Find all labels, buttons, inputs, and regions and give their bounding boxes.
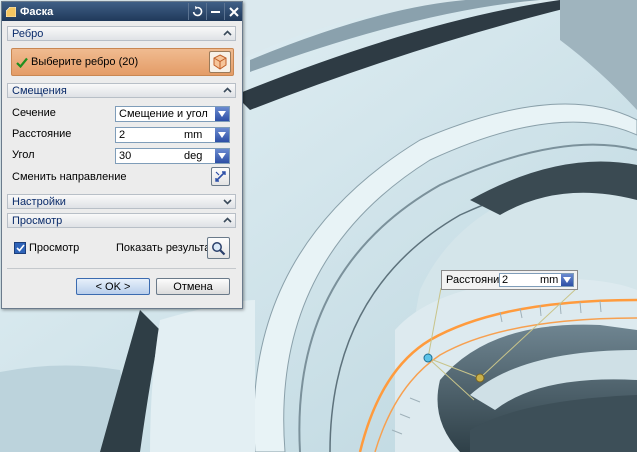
magnifier-icon bbox=[212, 241, 226, 255]
distance-label: Расстояние bbox=[12, 128, 72, 140]
dialog-title: Фаска bbox=[20, 5, 54, 18]
distance-callout[interactable]: Расстояние 2 mm bbox=[441, 270, 578, 290]
callout-label: Расстояние bbox=[446, 274, 506, 286]
section-type-label: Сечение bbox=[12, 107, 56, 119]
ok-button[interactable]: < OK > bbox=[76, 278, 150, 295]
callout-unit-dropdown[interactable] bbox=[561, 274, 573, 286]
callout-unit: mm bbox=[540, 274, 559, 286]
chevron-down-icon bbox=[563, 277, 571, 283]
callout-value-field[interactable]: 2 mm bbox=[499, 273, 574, 287]
chevron-down-icon bbox=[218, 153, 226, 159]
select-edge-text: Выберите ребро (20) bbox=[31, 56, 139, 68]
flip-arrows-icon bbox=[215, 171, 226, 182]
angle-input[interactable]: 30 deg bbox=[115, 148, 230, 164]
minimize-button[interactable] bbox=[206, 3, 224, 20]
section-preview-label: Просмотр bbox=[12, 214, 63, 227]
distance-input[interactable]: 2 mm bbox=[115, 127, 230, 143]
chevron-down-icon bbox=[218, 132, 226, 138]
section-settings-label: Настройки bbox=[12, 195, 66, 208]
dialog-titlebar[interactable]: Фаска bbox=[2, 2, 242, 21]
preview-checkbox-label: Просмотр bbox=[29, 242, 80, 254]
chevron-up-icon bbox=[223, 87, 232, 93]
section-edge-label: Ребро bbox=[12, 27, 44, 40]
select-edge-bar[interactable]: Выберите ребро (20) bbox=[11, 48, 234, 76]
section-offsets-label: Смещения bbox=[12, 84, 67, 97]
reset-icon bbox=[192, 6, 203, 17]
cube-icon bbox=[213, 54, 227, 70]
distance-unit: mm bbox=[184, 129, 203, 141]
section-type-select[interactable]: Смещение и угол bbox=[115, 106, 230, 122]
preview-checkbox[interactable] bbox=[14, 242, 26, 254]
chevron-up-icon bbox=[223, 217, 232, 223]
close-button[interactable] bbox=[224, 3, 242, 20]
chevron-down-icon bbox=[218, 111, 226, 117]
angle-unit: deg bbox=[184, 150, 203, 162]
angle-value: 30 bbox=[119, 150, 132, 162]
distance-unit-dropdown[interactable] bbox=[215, 128, 229, 142]
callout-value: 2 bbox=[502, 274, 509, 286]
select-edge-button[interactable] bbox=[209, 51, 231, 73]
chevron-down-icon bbox=[223, 199, 232, 205]
section-type-value: Смещение и угол bbox=[119, 108, 208, 120]
show-result-button[interactable] bbox=[207, 237, 230, 259]
section-edge-header[interactable]: Ребро bbox=[7, 26, 236, 41]
distance-value: 2 bbox=[119, 129, 126, 141]
reset-button[interactable] bbox=[188, 3, 206, 20]
show-result-label: Показать результат bbox=[116, 242, 216, 254]
button-separator bbox=[7, 268, 236, 269]
chevron-up-icon bbox=[223, 30, 232, 36]
cancel-button[interactable]: Отмена bbox=[156, 278, 230, 295]
minimize-icon bbox=[211, 11, 220, 13]
section-settings-header[interactable]: Настройки bbox=[7, 194, 236, 209]
check-icon bbox=[15, 244, 25, 252]
chamfer-icon bbox=[6, 6, 16, 17]
section-preview-header[interactable]: Просмотр bbox=[7, 213, 236, 228]
angle-unit-dropdown[interactable] bbox=[215, 149, 229, 163]
angle-label: Угол bbox=[12, 149, 35, 161]
section-offsets-header[interactable]: Смещения bbox=[7, 83, 236, 98]
flip-direction-button[interactable] bbox=[211, 167, 230, 186]
close-icon bbox=[228, 6, 239, 17]
section-type-dropdown[interactable] bbox=[215, 107, 229, 121]
chamfer-dialog: Фаска Ребро Выберите ребро (20) Смещения… bbox=[1, 1, 243, 309]
flip-direction-label: Сменить направление bbox=[12, 171, 127, 183]
check-icon bbox=[16, 57, 28, 68]
